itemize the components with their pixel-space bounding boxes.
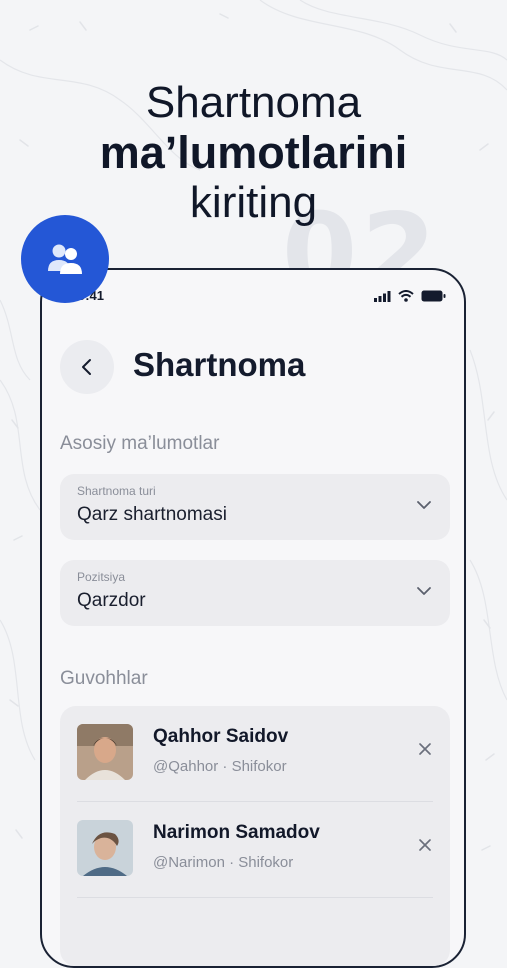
witness-meta: @Narimon · Shifokor: [153, 854, 294, 871]
wifi-icon: [398, 290, 414, 302]
chevron-left-icon: [82, 359, 91, 375]
field-label: Shartnoma turi: [77, 484, 156, 498]
witness-name: Qahhor Saidov: [153, 726, 289, 747]
section-label-witnesses: Guvohhlar: [60, 668, 148, 689]
contract-type-select[interactable]: Shartnoma turi Qarz shartnomasi: [60, 474, 450, 540]
witness-item[interactable]: Qahhor Saidov @Qahhor · Shifokor: [60, 706, 450, 801]
avatar: [77, 820, 133, 876]
close-icon[interactable]: [418, 838, 432, 852]
witness-name: Narimon Samadov: [153, 822, 320, 843]
users-icon: [48, 244, 82, 274]
phone-mockup: 9:41 Shartnoma Asosiy ma’lumotlar Shartn…: [40, 268, 466, 968]
signal-icon: [374, 290, 391, 302]
page-headline: Shartnoma ma’lumotlarini kiriting: [0, 78, 507, 228]
avatar: [77, 724, 133, 780]
headline-line-1: Shartnoma: [145, 78, 362, 127]
users-badge: [21, 215, 109, 303]
status-bar: 9:41: [42, 288, 464, 304]
field-value: Qarzdor: [77, 590, 146, 611]
screen-title: Shartnoma: [133, 346, 306, 383]
battery-icon: [421, 290, 446, 302]
status-icons: [374, 290, 446, 302]
witness-meta: @Qahhor · Shifokor: [153, 758, 287, 775]
chevron-down-icon: [417, 587, 431, 595]
close-icon[interactable]: [418, 742, 432, 756]
position-select[interactable]: Pozitsiya Qarzdor: [60, 560, 450, 626]
witness-item[interactable]: Narimon Samadov @Narimon · Shifokor: [60, 802, 450, 897]
witness-list: Qahhor Saidov @Qahhor · Shifokor Narimon…: [60, 706, 450, 966]
section-label-basic: Asosiy ma’lumotlar: [60, 433, 220, 454]
chevron-down-icon: [417, 501, 431, 509]
headline-line-2: ma’lumotlarini: [99, 127, 408, 178]
divider: [77, 897, 433, 898]
field-value: Qarz shartnomasi: [77, 504, 227, 525]
field-label: Pozitsiya: [77, 570, 126, 584]
back-button[interactable]: [60, 340, 114, 394]
